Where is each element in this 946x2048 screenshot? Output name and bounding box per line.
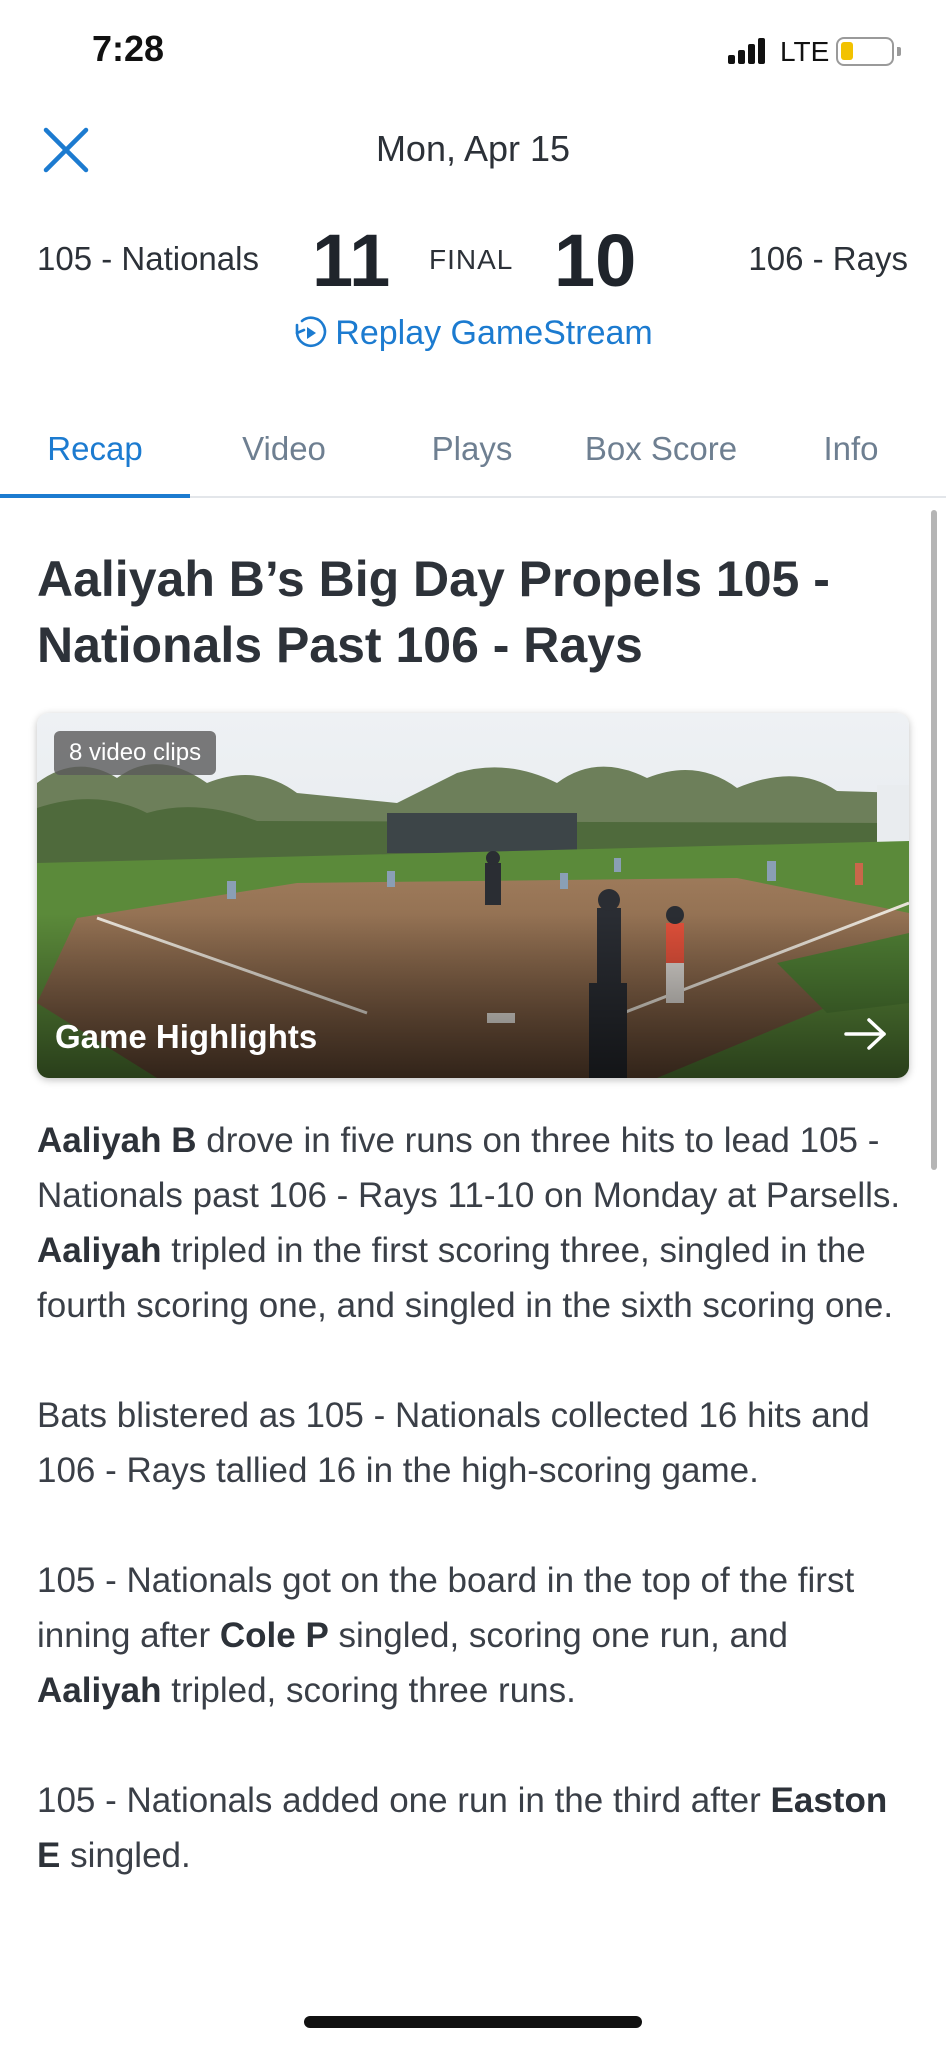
game-status: FINAL <box>429 244 514 275</box>
player-name: Aaliyah B <box>37 1121 197 1160</box>
home-indicator[interactable] <box>304 2016 642 2028</box>
player-name: Aaliyah <box>37 1671 162 1710</box>
tab-info[interactable]: Info <box>756 430 946 496</box>
paragraph-text: 105 - Nationals added one run in the thi… <box>37 1781 771 1820</box>
status-time: 7:28 <box>92 28 165 69</box>
game-highlights-video[interactable]: 8 video clips Game Highlights <box>37 713 909 1078</box>
article-paragraph: 105 - Nationals added one run in the thi… <box>37 1773 907 1883</box>
away-team-score: 10 <box>554 219 637 302</box>
tab-bar: Recap Video Plays Box Score Info <box>0 420 946 498</box>
network-type: LTE <box>780 36 830 67</box>
article-paragraph: Bats blistered as 105 - Nationals collec… <box>37 1388 907 1498</box>
tab-plays[interactable]: Plays <box>378 430 566 496</box>
article-paragraph: 105 - Nationals got on the board in the … <box>37 1553 907 1718</box>
replay-gamestream-button[interactable]: Replay GameStream <box>0 314 946 353</box>
game-date: Mon, Apr 15 <box>375 128 571 169</box>
status-bar: 7:28 LTE <box>0 0 946 100</box>
scoreboard: 105 - Nationals 11 FINAL 10 106 - Rays <box>0 218 946 302</box>
paragraph-text: tripled, scoring three runs. <box>161 1671 576 1710</box>
home-team-name[interactable]: 105 - Nationals <box>37 240 259 278</box>
tab-recap[interactable]: Recap <box>0 430 190 498</box>
article-headline: Aaliyah B’s Big Day Propels 105 - Nation… <box>37 551 830 673</box>
article-paragraph: Aaliyah B drove in five runs on three hi… <box>37 1113 907 1333</box>
paragraph-text: singled, scoring one run, and <box>328 1616 789 1655</box>
game-highlights-label: Game Highlights <box>55 1018 318 1055</box>
replay-icon <box>295 316 327 348</box>
home-team-score: 11 <box>312 219 391 302</box>
player-name: Aaliyah <box>37 1231 162 1270</box>
arrow-right-icon <box>844 1018 886 1050</box>
away-team-name[interactable]: 106 - Rays <box>748 240 908 278</box>
video-clips-badge: 8 video clips <box>54 731 217 775</box>
replay-label: Replay GameStream <box>335 314 653 352</box>
article-body: Aaliyah B drove in five runs on three hi… <box>37 1113 907 1938</box>
tab-box-score[interactable]: Box Score <box>566 430 756 496</box>
paragraph-text: singled. <box>60 1836 191 1875</box>
tab-video[interactable]: Video <box>190 430 378 496</box>
paragraph-text: Bats blistered as 105 - Nationals collec… <box>37 1396 870 1490</box>
player-name: Cole P <box>219 1616 329 1655</box>
battery-icon <box>836 37 901 66</box>
scrollbar[interactable] <box>931 510 937 1170</box>
paragraph-text: tripled in the first scoring three, sing… <box>37 1231 894 1325</box>
signal-icon <box>728 38 770 64</box>
